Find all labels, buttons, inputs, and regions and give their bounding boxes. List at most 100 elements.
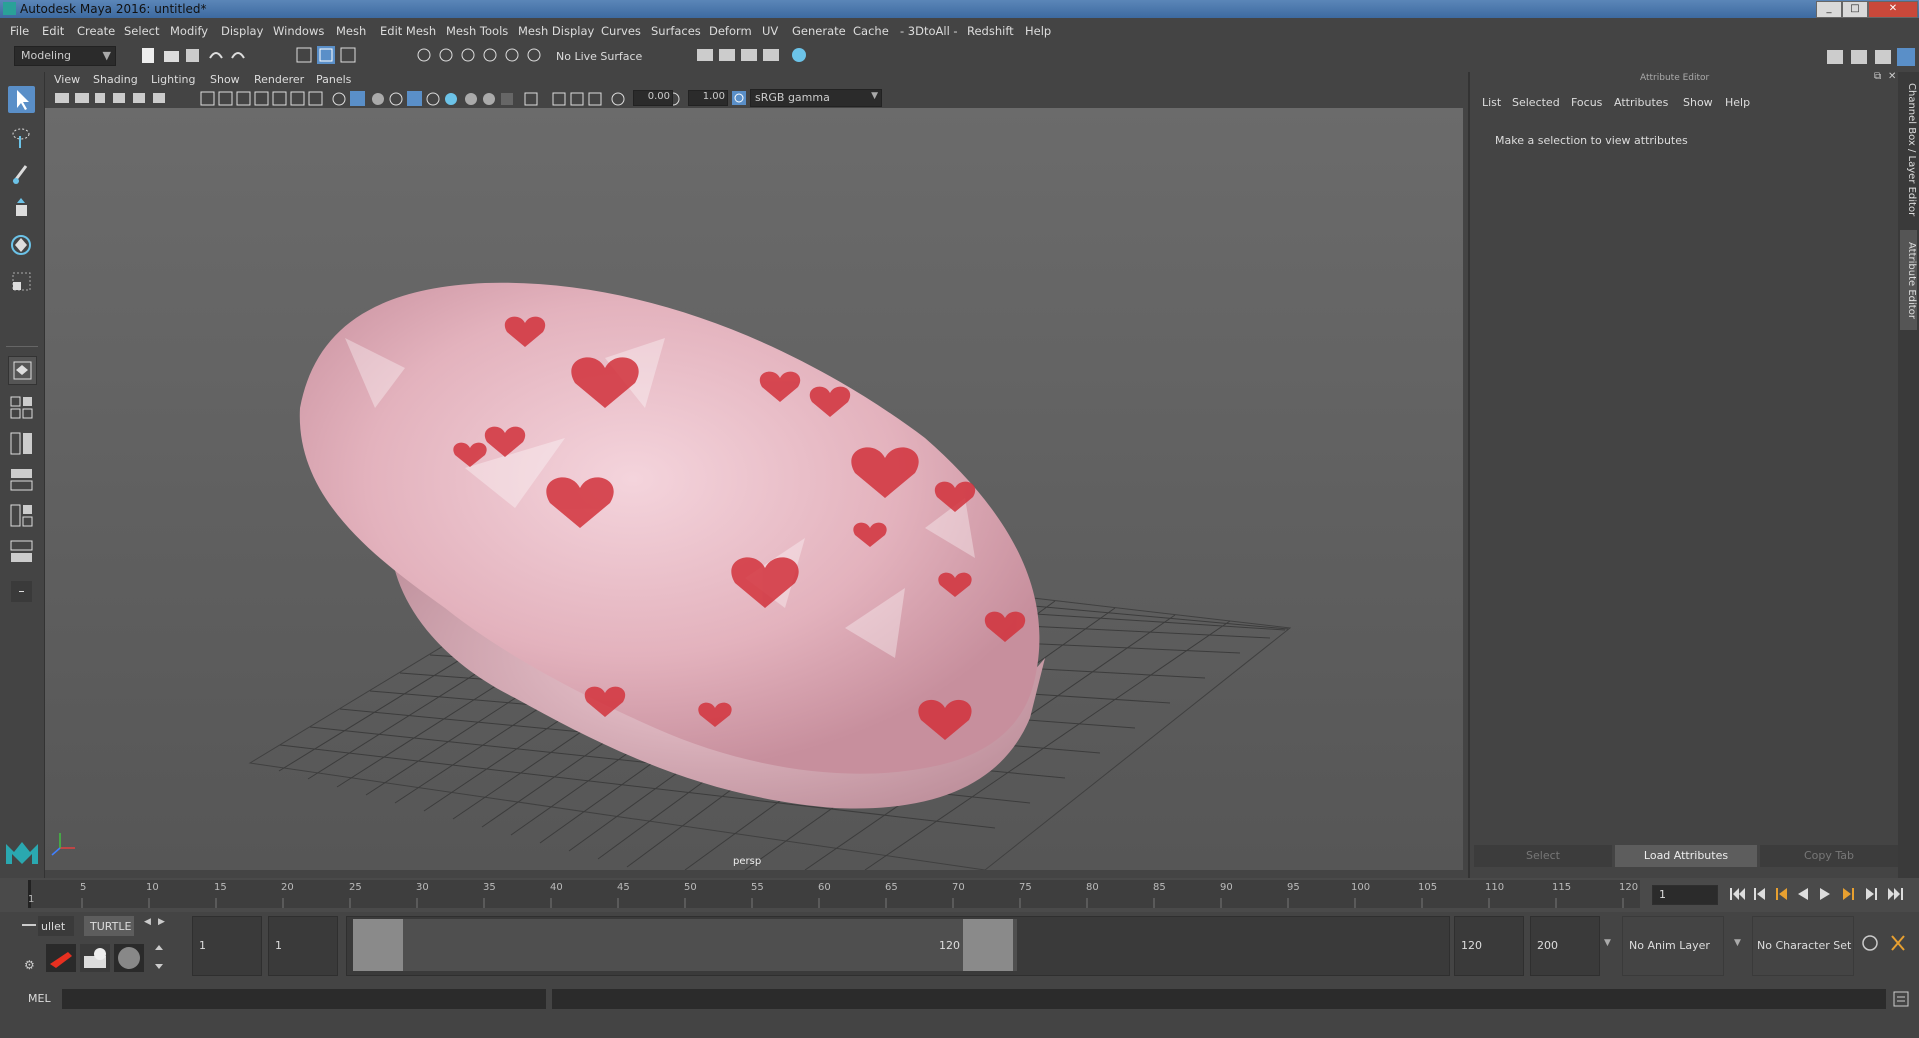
- close-button[interactable]: ✕: [1868, 1, 1918, 18]
- float-panel-icon[interactable]: ⧉: [1874, 71, 1881, 82]
- select-button[interactable]: Select: [1474, 845, 1612, 867]
- rotate-tool-button[interactable]: [8, 232, 35, 259]
- range-end-label: 120: [939, 939, 960, 952]
- shelf-settings-icon[interactable]: ⚙: [24, 958, 35, 972]
- command-input[interactable]: [62, 989, 546, 1009]
- tick-label: 35: [483, 882, 496, 893]
- menu-windows[interactable]: Windows: [273, 24, 324, 38]
- select-by-component-icon: [340, 47, 356, 63]
- menu-cache[interactable]: Cache: [853, 24, 889, 38]
- time-slider[interactable]: 1 5 10 15 20 25 30 35 40 45 50 55 60 65 …: [28, 880, 1640, 908]
- current-frame-field[interactable]: 1: [1652, 885, 1718, 905]
- menu-surfaces[interactable]: Surfaces: [651, 24, 701, 38]
- menu-curves[interactable]: Curves: [601, 24, 641, 38]
- shelf-scroll-arrows[interactable]: [153, 942, 165, 972]
- menu-mesh-display[interactable]: Mesh Display: [518, 24, 594, 38]
- menu-generate[interactable]: Generate: [792, 24, 846, 38]
- menu-modify[interactable]: Modify: [170, 24, 208, 38]
- channel-box-tab[interactable]: Channel Box / Layer Editor: [1900, 80, 1917, 220]
- viewport-menu-shading[interactable]: Shading: [93, 73, 138, 86]
- chevron-down-icon: ▼: [102, 49, 111, 62]
- shelf-scroll-left-icon[interactable]: ◀: [144, 917, 151, 927]
- character-set-label: No Character Set: [1757, 939, 1852, 952]
- persp-texture-layout-button[interactable]: [8, 538, 35, 565]
- viewport-menu-panels[interactable]: Panels: [316, 73, 351, 86]
- animation-preferences-icon: [1891, 935, 1905, 951]
- attr-menu-attributes[interactable]: Attributes: [1614, 96, 1668, 109]
- paint-select-tool-button[interactable]: [8, 160, 35, 187]
- minimize-button[interactable]: _: [1816, 1, 1842, 18]
- menu-select[interactable]: Select: [124, 24, 159, 38]
- animation-start-field[interactable]: 1: [192, 916, 262, 976]
- color-management-icon[interactable]: [731, 90, 747, 106]
- anim-layer-dropdown[interactable]: No Anim Layer: [1622, 916, 1724, 976]
- select-tool-button[interactable]: [8, 86, 35, 113]
- animation-end-field[interactable]: 200: [1530, 916, 1600, 976]
- attr-menu-help[interactable]: Help: [1725, 96, 1750, 109]
- textured-icon: [407, 91, 422, 106]
- menu-redshift[interactable]: Redshift: [967, 24, 1014, 38]
- menu-edit[interactable]: Edit: [42, 24, 64, 38]
- use-all-lights-icon: [426, 92, 440, 106]
- menu-uv[interactable]: UV: [762, 24, 778, 38]
- viewport-menu-view[interactable]: View: [54, 73, 80, 86]
- workspace-dropdown[interactable]: Modeling ▼: [14, 46, 116, 66]
- range-start-handle[interactable]: [353, 919, 403, 971]
- chevron-down-icon[interactable]: ▼: [1734, 938, 1741, 948]
- range-bar[interactable]: [403, 919, 1017, 971]
- safe-action-icon: [290, 91, 305, 106]
- copy-tab-button[interactable]: Copy Tab: [1760, 845, 1898, 867]
- menu-display[interactable]: Display: [221, 24, 263, 38]
- move-tool-button[interactable]: [8, 196, 35, 223]
- lasso-tool-button[interactable]: [8, 124, 35, 151]
- close-panel-icon[interactable]: ✕: [1888, 71, 1896, 82]
- menu-mesh-tools[interactable]: Mesh Tools: [446, 24, 508, 38]
- persp-outliner-layout-button[interactable]: [8, 430, 35, 457]
- persp-graph-layout-button[interactable]: [8, 466, 35, 493]
- redo-icon: [231, 52, 245, 59]
- load-attributes-button[interactable]: Load Attributes: [1615, 845, 1757, 867]
- range-end-handle[interactable]: [963, 919, 1013, 971]
- menu-3dtoall[interactable]: - 3DtoAll -: [900, 24, 958, 38]
- perspective-viewport[interactable]: persp: [45, 108, 1463, 870]
- attr-menu-selected[interactable]: Selected: [1512, 96, 1560, 109]
- tick-label: 25: [349, 882, 362, 893]
- menu-edit-mesh[interactable]: Edit Mesh: [380, 24, 436, 38]
- script-language-toggle[interactable]: MEL: [28, 992, 51, 1005]
- viewport-menu-lighting[interactable]: Lighting: [151, 73, 195, 86]
- layout-options-button[interactable]: [8, 578, 35, 605]
- playback-range-slider[interactable]: 1 120: [346, 916, 1450, 976]
- attr-menu-focus[interactable]: Focus: [1571, 96, 1602, 109]
- chevron-down-icon[interactable]: ▼: [1604, 938, 1611, 948]
- collapse-shelf-icon[interactable]: [22, 924, 36, 926]
- script-editor-icon[interactable]: [1892, 990, 1910, 1008]
- gamma-field[interactable]: 1.00: [688, 90, 728, 106]
- playback-start-field[interactable]: 1: [268, 916, 338, 976]
- shelf-tab-turtle[interactable]: TURTLE: [84, 916, 134, 936]
- color-space-label: sRGB gamma: [755, 91, 830, 104]
- attr-menu-list[interactable]: List: [1482, 96, 1501, 109]
- menu-mesh[interactable]: Mesh: [336, 24, 366, 38]
- four-view-layout-button[interactable]: [8, 394, 35, 421]
- menu-deform[interactable]: Deform: [709, 24, 752, 38]
- scale-tool-button[interactable]: [8, 268, 35, 295]
- exposure-field[interactable]: 0.00: [633, 90, 673, 106]
- shelf-tab-bullet[interactable]: ullet: [38, 916, 74, 936]
- attr-menu-show[interactable]: Show: [1683, 96, 1713, 109]
- playback-end-field[interactable]: 120: [1454, 916, 1524, 976]
- viewport-menu-renderer[interactable]: Renderer: [254, 73, 304, 86]
- shelf-scroll-right-icon[interactable]: ▶: [158, 917, 165, 927]
- single-perspective-layout-button[interactable]: [8, 356, 37, 385]
- hypershade-persp-layout-button[interactable]: [8, 502, 35, 529]
- color-space-dropdown[interactable]: sRGB gamma ▼: [750, 89, 882, 107]
- maximize-button[interactable]: □: [1842, 1, 1868, 18]
- menu-help[interactable]: Help: [1025, 24, 1051, 38]
- menu-create[interactable]: Create: [77, 24, 115, 38]
- viewport-menu-show[interactable]: Show: [210, 73, 240, 86]
- menu-file[interactable]: File: [10, 24, 29, 38]
- character-set-dropdown[interactable]: No Character Set: [1752, 916, 1854, 976]
- empty-selection-message: Make a selection to view attributes: [1495, 134, 1688, 147]
- live-surface-label[interactable]: No Live Surface: [556, 50, 642, 63]
- attribute-editor-tab[interactable]: Attribute Editor: [1900, 230, 1917, 330]
- help-line: [0, 1012, 1919, 1038]
